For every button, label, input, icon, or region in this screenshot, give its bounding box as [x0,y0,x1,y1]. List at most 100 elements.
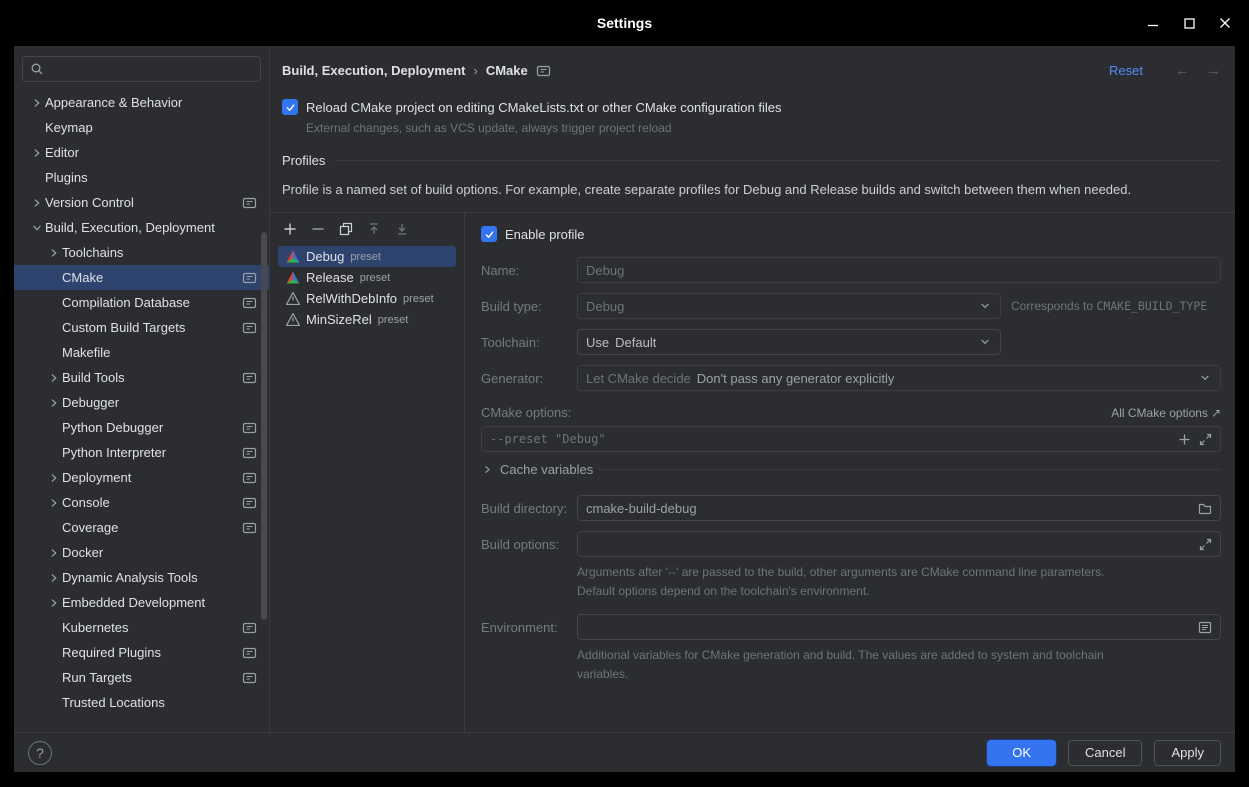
chevron-right-icon[interactable] [45,546,62,560]
cmake-options-field[interactable]: --preset "Debug" [481,426,1221,452]
all-cmake-options-link[interactable]: All CMake options↗ [1111,406,1221,420]
chevron-right-icon[interactable] [45,371,62,385]
build-options-label: Build options: [481,537,577,552]
help-button[interactable]: ? [28,741,52,765]
settings-dialog: Appearance & Behavior Keymap Editor Plug… [14,46,1235,772]
build-directory-field[interactable]: cmake-build-debug [577,495,1221,521]
maximize-button[interactable] [1181,15,1197,31]
profile-item-minsizerel[interactable]: MinSizeRel preset [278,309,456,330]
chevron-right-icon[interactable] [45,596,62,610]
sidebar-item-python-debugger[interactable]: Python Debugger [14,415,269,440]
sidebar-item-dynamic-analysis-tools[interactable]: Dynamic Analysis Tools [14,565,269,590]
sidebar-item-label: Deployment [62,470,131,485]
toolchain-select[interactable]: Use Default [577,329,1001,355]
sidebar-item-kubernetes[interactable]: Kubernetes [14,615,269,640]
reset-link[interactable]: Reset [1109,63,1143,78]
sidebar-item-label: Trusted Locations [62,695,165,710]
sidebar-item-version-control[interactable]: Version Control [14,190,269,215]
ide-settings-icon [242,496,257,510]
name-value: Debug [586,263,624,278]
close-button[interactable] [1217,15,1233,31]
expand-icon[interactable] [1199,433,1212,446]
sidebar-item-build-execution-deployment[interactable]: Build, Execution, Deployment [14,215,269,240]
sidebar-item-run-targets[interactable]: Run Targets [14,665,269,690]
chevron-right-icon[interactable] [45,571,62,585]
add-icon[interactable] [1178,433,1191,446]
profile-item-debug[interactable]: Debug preset [278,246,456,267]
chevron-down-icon[interactable] [978,299,992,313]
name-field[interactable]: Debug [577,257,1221,283]
environment-field[interactable] [577,614,1221,640]
toolchain-prefix: Use [586,335,609,350]
sidebar-item-required-plugins[interactable]: Required Plugins [14,640,269,665]
sidebar-item-build-tools[interactable]: Build Tools [14,365,269,390]
ide-settings-icon [242,196,257,210]
sidebar-item-label: Python Interpreter [62,445,166,460]
cache-variables-toggle[interactable]: Cache variables [481,462,1221,477]
sidebar-item-console[interactable]: Console [14,490,269,515]
chevron-right-icon[interactable] [28,96,45,110]
sidebar-item-toolchains[interactable]: Toolchains [14,240,269,265]
variables-list-icon[interactable] [1198,621,1212,634]
sidebar-item-deployment[interactable]: Deployment [14,465,269,490]
sidebar-item-plugins[interactable]: Plugins [14,165,269,190]
profile-name: RelWithDebInfo [306,291,397,306]
cancel-button[interactable]: Cancel [1068,740,1142,766]
sidebar-item-label: Kubernetes [62,620,129,635]
copy-profile-button[interactable] [338,221,354,237]
generator-select[interactable]: Let CMake decide Don't pass any generato… [577,365,1221,391]
sidebar-item-debugger[interactable]: Debugger [14,390,269,415]
build-type-select[interactable]: Debug [577,293,1001,319]
sidebar-item-makefile[interactable]: Makefile [14,340,269,365]
profiles-section-title: Profiles [282,153,325,168]
sidebar-item-cmake[interactable]: CMake [14,265,269,290]
chevron-right-icon[interactable] [45,471,62,485]
remove-profile-button[interactable] [310,221,326,237]
cmake-preset-gray-icon [286,292,300,305]
enable-profile-checkbox[interactable] [481,226,497,242]
build-type-label: Build type: [481,299,577,314]
back-arrow[interactable]: ← [1175,62,1190,79]
sidebar-item-editor[interactable]: Editor [14,140,269,165]
move-down-button[interactable] [394,221,410,237]
sidebar-item-label: Keymap [45,120,93,135]
chevron-right-icon[interactable] [45,396,62,410]
screen: { "colors": { "accent": "#3574f0", "sele… [0,0,1249,787]
reload-cmake-checkbox[interactable] [282,99,298,115]
chevron-right-icon[interactable] [45,496,62,510]
sidebar-item-trusted-locations[interactable]: Trusted Locations [14,690,269,715]
chevron-down-icon[interactable] [1198,371,1212,385]
forward-arrow[interactable]: → [1206,62,1221,79]
profile-item-relwithdebinfo[interactable]: RelWithDebInfo preset [278,288,456,309]
generator-label: Generator: [481,371,577,386]
chevron-down-icon[interactable] [28,221,45,235]
chevron-right-icon[interactable] [28,196,45,210]
sidebar-item-coverage[interactable]: Coverage [14,515,269,540]
sidebar-item-label: Custom Build Targets [62,320,185,335]
chevron-right-icon[interactable] [28,146,45,160]
ok-button[interactable]: OK [987,740,1056,766]
move-up-button[interactable] [366,221,382,237]
apply-button[interactable]: Apply [1154,740,1221,766]
expand-icon[interactable] [1199,538,1212,551]
cmake-logo-icon [286,271,300,284]
sidebar-item-appearance-behavior[interactable]: Appearance & Behavior [14,90,269,115]
ide-settings-icon [242,271,257,285]
sidebar-item-keymap[interactable]: Keymap [14,115,269,140]
breadcrumb-parent[interactable]: Build, Execution, Deployment [282,63,465,78]
build-options-field[interactable] [577,531,1221,557]
breadcrumb: Build, Execution, Deployment › CMake [282,63,551,78]
profile-item-release[interactable]: Release preset [278,267,456,288]
sidebar-item-compilation-database[interactable]: Compilation Database [14,290,269,315]
sidebar-item-docker[interactable]: Docker [14,540,269,565]
chevron-down-icon[interactable] [978,335,992,349]
sidebar-item-custom-build-targets[interactable]: Custom Build Targets [14,315,269,340]
sidebar-item-embedded-development[interactable]: Embedded Development [14,590,269,615]
chevron-right-icon[interactable] [45,246,62,260]
sidebar-item-python-interpreter[interactable]: Python Interpreter [14,440,269,465]
sidebar-scrollbar[interactable] [261,232,267,620]
folder-icon[interactable] [1198,502,1212,515]
add-profile-button[interactable] [282,221,298,237]
search-input[interactable] [22,56,261,82]
minimize-button[interactable] [1145,15,1161,31]
